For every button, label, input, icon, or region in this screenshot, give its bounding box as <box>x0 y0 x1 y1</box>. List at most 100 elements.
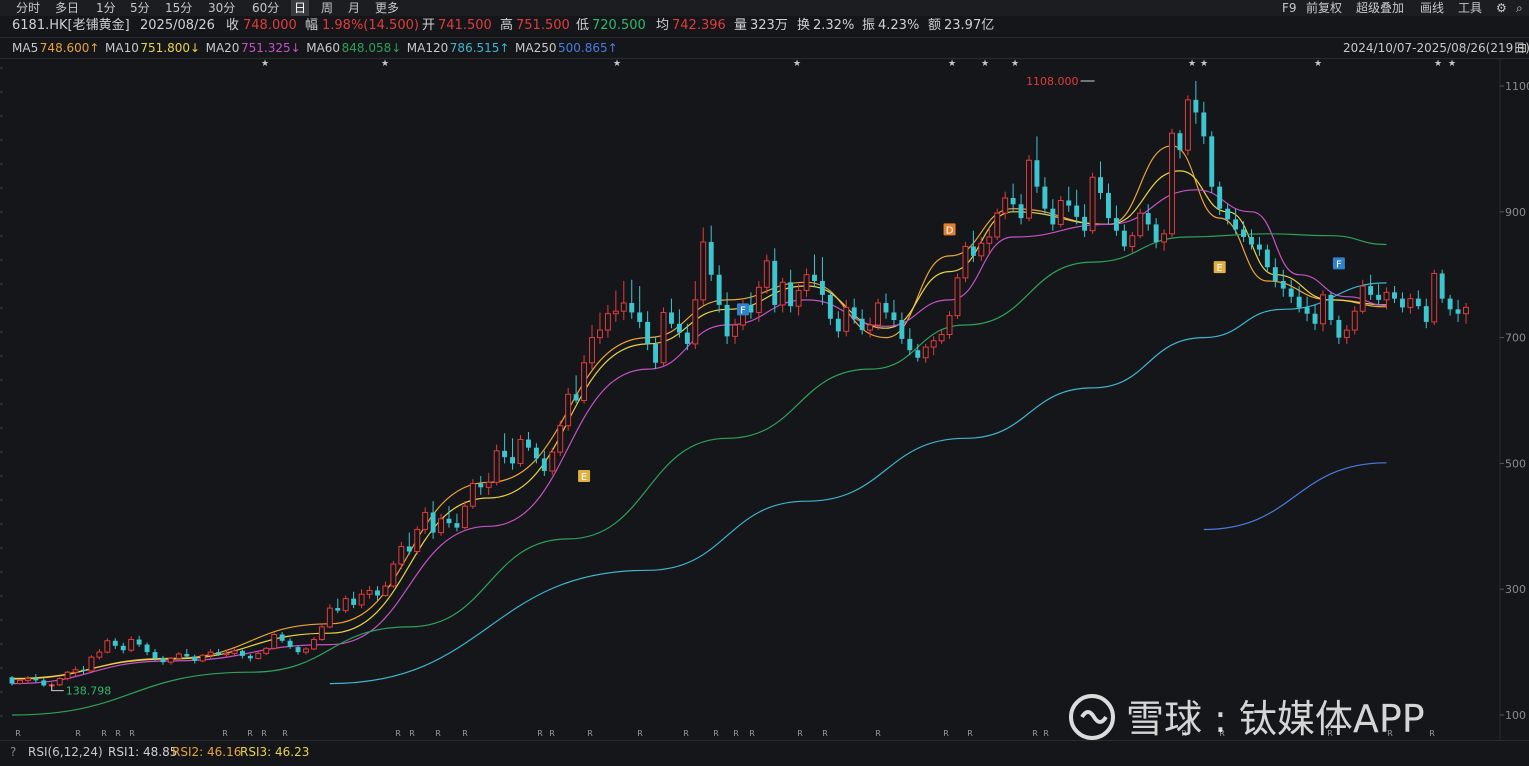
y-tick-label: 1100 <box>1505 80 1529 93</box>
candle-body <box>136 639 142 645</box>
candle-body <box>41 680 47 686</box>
ma-line-ma5 <box>11 145 1387 680</box>
event-r-marker: R <box>75 729 81 738</box>
ma-label-5: MA250 <box>515 41 557 55</box>
candle-body <box>1121 230 1127 247</box>
period-tab-0[interactable]: 分时 <box>16 0 40 16</box>
candle-body <box>16 679 23 685</box>
candle-body <box>962 245 969 279</box>
candle-body <box>1042 186 1048 209</box>
candle-body <box>843 306 850 332</box>
event-r-marker: R <box>247 729 253 738</box>
settings-icon[interactable]: ⚙ <box>1496 0 1507 16</box>
collapse-icon[interactable]: ⊟ <box>1517 38 1527 58</box>
y-tick-label: 300 <box>1505 583 1526 596</box>
candle-body <box>184 653 190 657</box>
candle-body <box>788 282 794 307</box>
ma-line-ma20 <box>11 189 1387 685</box>
candle-body <box>446 518 452 524</box>
ma-label-4: MA120 <box>406 41 449 55</box>
candle-body <box>398 545 405 565</box>
candle-body <box>64 671 71 680</box>
candle-body <box>326 607 333 628</box>
watermark-brand: 雪球 <box>1126 697 1203 741</box>
ma-value-1: 751.800↓ <box>140 41 201 55</box>
candle-body <box>1288 288 1294 297</box>
info-change: 1.98%(14.500) <box>322 18 419 33</box>
ma-line-ma10 <box>11 170 1387 680</box>
candle-body <box>581 362 588 402</box>
candle-body <box>192 656 198 661</box>
candle-body <box>994 212 1001 238</box>
candle-body <box>430 512 436 533</box>
candle-body <box>469 483 476 507</box>
candle-body <box>1026 159 1032 219</box>
candle-body <box>859 318 865 331</box>
candle-body <box>502 450 508 458</box>
event-star-icon: ★ <box>1314 59 1322 69</box>
period-tab-10[interactable]: 更多 <box>375 0 399 16</box>
ma-value-5: 500.865↑ <box>558 41 618 55</box>
event-r-marker: R <box>15 729 21 738</box>
period-tab-9[interactable]: 月 <box>348 0 360 16</box>
candle-body <box>653 343 659 363</box>
candle-body <box>1241 229 1246 237</box>
candle-body <box>755 286 762 313</box>
toolbar-right-item-0[interactable]: F9 <box>1282 0 1297 16</box>
period-tab-8[interactable]: 周 <box>321 0 333 16</box>
event-star-icon: ★ <box>613 59 621 69</box>
toolbar-right-item-4[interactable]: 工具 <box>1458 0 1482 16</box>
event-r-marker: R <box>637 729 643 738</box>
event-r-marker: R <box>943 729 949 738</box>
candle-body <box>1296 296 1302 308</box>
candle-body <box>1431 272 1438 323</box>
ma-value-3: 848.058↓ <box>341 41 402 55</box>
toolbar-right-item-2[interactable]: 超级叠加 <box>1356 0 1404 16</box>
toolbar-right-item-1[interactable]: 前复权 <box>1306 0 1342 16</box>
candle-body <box>375 590 380 596</box>
help-icon[interactable]: ? <box>10 741 16 763</box>
event-star-icon: ★ <box>1188 59 1196 69</box>
candle-body <box>851 307 857 319</box>
candle-body <box>1463 306 1469 315</box>
candle-body <box>812 274 817 282</box>
candle-body <box>684 332 690 344</box>
period-toolbar: 分时 多日 1分 5分 15分 30分 60分日周月更多 F9 前复权 超级叠加 画线 工具 ⚙ ⌕ <box>0 0 1529 16</box>
period-tab-3[interactable]: 5分 <box>130 0 150 16</box>
event-r-marker: R <box>713 729 719 738</box>
event-r-marker: R <box>409 729 415 738</box>
event-r-marker: R <box>129 729 135 738</box>
candle-body <box>915 350 921 358</box>
search-icon[interactable]: ⌕ <box>1516 0 1523 16</box>
candle-body <box>390 563 397 587</box>
rsi-title: RSI(6,12,24) <box>28 745 103 759</box>
period-tab-7[interactable]: 日 <box>291 0 310 16</box>
candle-body <box>160 658 166 663</box>
period-tab-5[interactable]: 30分 <box>208 0 235 16</box>
period-tab-1[interactable]: 多日 <box>55 0 79 16</box>
candle-body <box>1184 99 1191 151</box>
candle-body <box>175 653 182 659</box>
candle-body <box>295 647 301 653</box>
candle-body <box>827 294 833 319</box>
event-r-marker: R <box>101 729 107 738</box>
ma-value-0: 748.600↑ <box>39 41 100 55</box>
candle-body <box>1010 197 1016 205</box>
candle-body <box>1320 294 1326 325</box>
info-close-label: 收 <box>226 18 240 33</box>
candle-body <box>875 302 882 326</box>
period-tab-6[interactable]: 60分 <box>252 0 279 16</box>
period-tab-2[interactable]: 1分 <box>96 0 116 16</box>
info-open: 741.500 <box>438 18 492 33</box>
toolbar-right-item-3[interactable]: 画线 <box>1420 0 1444 16</box>
info-volume: 323万 <box>750 18 788 33</box>
y-tick-label: 900 <box>1505 206 1526 219</box>
event-r-marker: R <box>261 729 267 738</box>
candle-body <box>1057 200 1064 225</box>
candle-body <box>1145 213 1151 225</box>
event-star-icon: ★ <box>1011 59 1019 69</box>
candle-body <box>1359 285 1366 312</box>
candle-body <box>1343 329 1350 339</box>
info-code: 6181.HK[老铺黄金] <box>12 18 130 33</box>
period-tab-4[interactable]: 15分 <box>165 0 192 16</box>
